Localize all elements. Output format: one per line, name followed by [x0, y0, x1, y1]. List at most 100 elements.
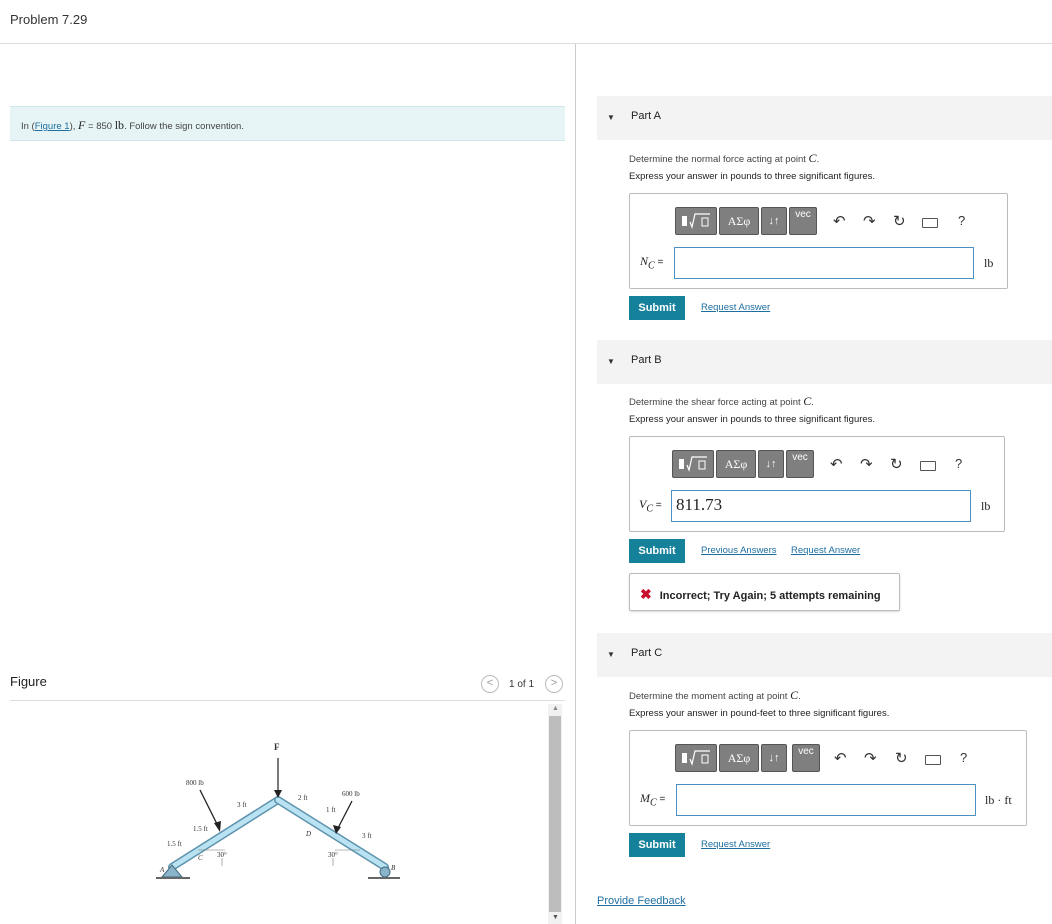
figure-scrollbar-thumb[interactable] — [549, 716, 561, 912]
template-icon — [679, 456, 707, 473]
collapse-triangle-icon[interactable]: ▼ — [607, 650, 615, 659]
diagram-label-D: D — [305, 830, 311, 838]
reset-icon[interactable]: ↻ — [890, 455, 903, 473]
diagram-label-1-5ft-a: 1.5 ft — [193, 825, 208, 833]
label-subscript: C — [646, 503, 654, 515]
arrows-button[interactable]: ↓↑ — [761, 207, 787, 235]
prev-figure-button[interactable]: < — [481, 675, 499, 693]
vector-button[interactable]: vec — [792, 744, 820, 772]
part-a-instructions: Express your answer in pounds to three s… — [629, 171, 876, 182]
part-b-previous-answers-link[interactable]: Previous Answers — [701, 545, 777, 556]
truss-diagram: F 800 lb 600 lb 3 ft 2 ft 1 ft 1.5 ft 1.… — [156, 742, 400, 879]
part-b-request-answer-link[interactable]: Request Answer — [791, 545, 860, 556]
collapse-triangle-icon[interactable]: ▼ — [607, 113, 615, 122]
part-b-unit: lb — [981, 499, 991, 513]
diagram-label-2ft: 2 ft — [298, 794, 308, 802]
force-equals: = 850 — [85, 121, 115, 132]
part-b-title: Part B — [631, 354, 662, 366]
help-icon[interactable]: ? — [955, 456, 962, 471]
label-equals: = — [653, 500, 662, 511]
part-b-feedback-message: ✖ Incorrect; Try Again; 5 attempts remain… — [629, 573, 900, 611]
reset-icon[interactable]: ↻ — [895, 749, 908, 767]
diagram-label-angle-left: 30° — [217, 851, 227, 859]
part-a-answer-box: ΑΣφ ↓↑ vec ↶ ↷ ↻ ? NC = lb — [629, 193, 1008, 289]
part-a-answer-label: NC = — [640, 254, 663, 271]
page-title: Problem 7.29 — [10, 12, 88, 27]
part-a-answer-input[interactable] — [674, 247, 974, 279]
templates-button[interactable] — [675, 744, 717, 772]
part-b-question-end: . — [811, 397, 814, 408]
keyboard-icon[interactable] — [922, 218, 938, 228]
feedback-text: Incorrect; Try Again; 5 attempts remaini… — [659, 590, 881, 602]
collapse-triangle-icon[interactable]: ▼ — [607, 357, 615, 366]
diagram-label-1ft: 1 ft — [326, 806, 336, 814]
redo-icon[interactable]: ↷ — [860, 455, 873, 473]
figure-pager: 1 of 1 — [509, 679, 535, 690]
diagram-label-600lb: 600 lb — [342, 790, 360, 798]
greek-symbols-button[interactable]: ΑΣφ — [719, 744, 759, 772]
part-c-submit-button[interactable]: Submit — [629, 833, 685, 857]
part-c-unit: lb · ft — [985, 793, 1012, 807]
label-subscript: C — [648, 260, 655, 272]
part-a-question-text: Determine the normal force acting at poi… — [629, 154, 809, 165]
arrows-button[interactable]: ↓↑ — [761, 744, 787, 772]
part-c-instructions: Express your answer in pound-feet to thr… — [629, 708, 890, 719]
redo-icon[interactable]: ↷ — [863, 212, 876, 230]
part-c-answer-input[interactable] — [676, 784, 976, 816]
part-a-point: C — [808, 151, 817, 165]
reset-icon[interactable]: ↻ — [893, 212, 906, 230]
part-c-point: C — [790, 688, 799, 702]
part-b-answer-input[interactable]: 811.73 — [671, 490, 971, 522]
part-c-header[interactable]: ▼ Part C — [597, 633, 1052, 677]
redo-icon[interactable]: ↷ — [864, 749, 877, 767]
diagram-label-C: C — [198, 854, 203, 862]
scroll-up-arrow[interactable]: ▲ — [552, 705, 559, 712]
label-variable: M — [640, 791, 650, 805]
diagram-label-angle-right: 30° — [328, 851, 338, 859]
part-c-question-text: Determine the moment acting at point — [629, 691, 791, 702]
help-icon[interactable]: ? — [960, 750, 967, 765]
diagram-label-F: F — [274, 742, 280, 752]
greek-symbols-button[interactable]: ΑΣφ — [719, 207, 759, 235]
scroll-down-arrow[interactable]: ▼ — [552, 914, 559, 921]
part-a-title: Part A — [631, 110, 661, 122]
part-c-answer-box: ΑΣφ ↓↑ vec ↶ ↷ ↻ ? MC = lb · ft — [629, 730, 1027, 826]
keyboard-icon[interactable] — [920, 461, 936, 471]
figure-label: Figure — [10, 674, 47, 689]
problem-mid: ), — [69, 121, 79, 132]
templates-button[interactable] — [675, 207, 717, 235]
part-b-answer-box: ΑΣφ ↓↑ vec ↶ ↷ ↻ ? VC = 811.73 lb — [629, 436, 1005, 532]
panel-divider — [575, 44, 576, 924]
provide-feedback-link[interactable]: Provide Feedback — [597, 895, 686, 907]
diagram-label-B: B — [391, 864, 396, 872]
part-a-request-answer-link[interactable]: Request Answer — [701, 302, 770, 313]
part-c-title: Part C — [631, 647, 663, 659]
label-subscript: C — [650, 797, 657, 809]
label-variable: N — [640, 254, 649, 268]
next-figure-button[interactable]: > — [545, 675, 563, 693]
figure-link[interactable]: Figure 1 — [35, 121, 70, 132]
templates-button[interactable] — [672, 450, 714, 478]
greek-symbols-button[interactable]: ΑΣφ — [716, 450, 756, 478]
help-icon[interactable]: ? — [958, 213, 965, 228]
keyboard-icon[interactable] — [925, 755, 941, 765]
undo-icon[interactable]: ↶ — [834, 749, 847, 767]
diagram-label-1-5ft-b: 1.5 ft — [167, 840, 182, 848]
problem-statement: In (Figure 1), F = 850 lb. Follow the si… — [10, 106, 565, 141]
part-a-submit-button[interactable]: Submit — [629, 296, 685, 320]
undo-icon[interactable]: ↶ — [833, 212, 846, 230]
part-c-answer-label: MC = — [640, 791, 665, 808]
part-b-submit-button[interactable]: Submit — [629, 539, 685, 563]
part-c-request-answer-link[interactable]: Request Answer — [701, 839, 770, 850]
vector-button[interactable]: vec — [786, 450, 814, 478]
part-a-unit: lb — [984, 256, 994, 270]
label-equals: = — [654, 257, 664, 268]
vector-button[interactable]: vec — [789, 207, 817, 235]
problem-suffix: . Follow the sign convention. — [124, 121, 244, 132]
arrows-button[interactable]: ↓↑ — [758, 450, 784, 478]
part-b-answer-label: VC = — [639, 497, 662, 514]
part-b-header[interactable]: ▼ Part B — [597, 340, 1052, 384]
part-a-header[interactable]: ▼ Part A — [597, 96, 1052, 140]
template-icon — [682, 750, 710, 767]
undo-icon[interactable]: ↶ — [830, 455, 843, 473]
